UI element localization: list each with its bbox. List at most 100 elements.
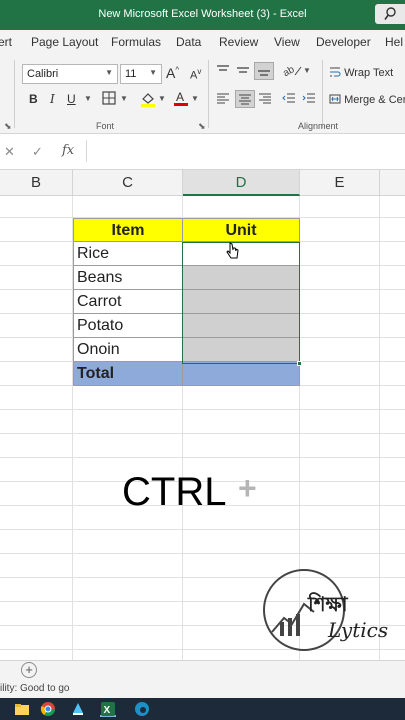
group-divider <box>14 60 15 128</box>
font-group-label: Font <box>96 121 115 131</box>
chrome-icon[interactable] <box>40 701 56 717</box>
align-left-button[interactable] <box>216 92 230 107</box>
file-explorer-icon[interactable] <box>14 701 30 717</box>
bottom-align-button[interactable] <box>254 62 274 80</box>
align-right-icon <box>259 93 271 104</box>
grow-font-label: A <box>166 65 176 81</box>
borders-dropdown-icon[interactable]: ▼ <box>120 94 128 103</box>
grid-line <box>0 457 405 458</box>
underline-button[interactable]: U <box>67 92 76 106</box>
item-cell[interactable]: Beans <box>73 266 183 290</box>
font-color-button[interactable]: A <box>173 90 189 110</box>
insert-function-icon[interactable]: fx <box>62 143 74 158</box>
unit-cell[interactable] <box>183 314 300 338</box>
dialog-launcher-icon[interactable]: ⬊ <box>4 121 12 132</box>
tab-developer[interactable]: Developer <box>316 35 371 49</box>
tab-data[interactable]: Data <box>176 35 201 49</box>
total-label-cell[interactable]: Total <box>73 362 183 386</box>
hand-cursor-icon <box>226 242 239 259</box>
orientation-dropdown-icon[interactable]: ▼ <box>303 66 311 75</box>
accessibility-status[interactable]: ility: Good to go <box>0 683 69 694</box>
tab-formulas[interactable]: Formulas <box>111 35 161 49</box>
italic-button[interactable]: I <box>50 92 55 106</box>
item-cell[interactable]: Rice <box>73 242 183 266</box>
unit-cell[interactable] <box>183 266 300 290</box>
enter-icon[interactable]: ✓ <box>32 144 43 160</box>
font-name-dropdown[interactable]: Calibri ▼ <box>22 64 118 84</box>
underline-dropdown-icon[interactable]: ▼ <box>84 94 92 103</box>
merge-center-button[interactable]: Merge & Cente <box>329 93 405 106</box>
group-divider <box>322 60 323 128</box>
taskbar: X <box>0 698 405 720</box>
font-dialog-launcher-icon[interactable]: ⬊ <box>198 121 206 132</box>
ribbon: Calibri ▼ 11 ▼ A^ Av B I U ▼ ▼ ▼ A ▼ Fon… <box>0 54 405 134</box>
svg-text:ab: ab <box>283 64 297 77</box>
fill-color-icon <box>141 93 155 107</box>
tab-page-layout[interactable]: Page Layout <box>31 35 98 49</box>
wrap-text-icon <box>330 67 341 77</box>
app-icon[interactable] <box>70 701 86 717</box>
font-size-value: 11 <box>125 68 137 80</box>
status-bar: ility: Good to go <box>0 680 405 698</box>
shrink-font-button[interactable]: Av <box>190 67 201 82</box>
item-cell[interactable]: Potato <box>73 314 183 338</box>
search-button[interactable] <box>375 4 405 24</box>
item-cell[interactable]: Onoin <box>73 338 183 362</box>
font-name-value: Calibri <box>27 68 59 80</box>
column-header-b[interactable]: B <box>0 170 73 196</box>
bold-button[interactable]: B <box>29 92 38 106</box>
orientation-button[interactable]: ab <box>281 63 303 80</box>
borders-button[interactable] <box>102 91 116 108</box>
fill-handle[interactable] <box>297 361 302 366</box>
chevron-down-icon: ▼ <box>105 68 113 77</box>
shortcut-plus: + <box>238 470 257 506</box>
font-color-icon: A <box>174 90 188 106</box>
middle-align-button[interactable] <box>236 64 250 79</box>
cancel-icon[interactable]: ✕ <box>4 144 15 160</box>
tab-view[interactable]: View <box>274 35 300 49</box>
watermark-logo: শিক্ষা Lytics <box>258 560 398 660</box>
align-left-icon <box>217 93 229 104</box>
align-center-button[interactable] <box>235 90 255 108</box>
shortcut-caption: CTRL <box>122 470 227 514</box>
item-cell[interactable]: Carrot <box>73 290 183 314</box>
total-value-cell[interactable] <box>183 362 300 386</box>
font-size-dropdown[interactable]: 11 ▼ <box>120 64 162 84</box>
grow-font-button[interactable]: A^ <box>166 65 179 81</box>
ribbon-tabs: ert Page Layout Formulas Data Review Vie… <box>0 30 405 54</box>
font-color-dropdown-icon[interactable]: ▼ <box>191 94 199 103</box>
column-header-next[interactable] <box>380 170 405 196</box>
header-unit-cell[interactable]: Unit <box>183 218 300 242</box>
top-align-icon <box>217 65 229 71</box>
svg-text:A: A <box>176 90 184 104</box>
window-title: New Microsoft Excel Worksheet (3) - Exce… <box>98 8 307 20</box>
unit-cell[interactable] <box>183 242 300 266</box>
increase-indent-button[interactable] <box>302 92 316 107</box>
fill-dropdown-icon[interactable]: ▼ <box>158 94 166 103</box>
align-right-button[interactable] <box>258 92 272 107</box>
wrap-text-button[interactable]: Wrap Text <box>329 66 393 79</box>
column-header-c[interactable]: C <box>73 170 183 196</box>
chevron-down-icon: ▼ <box>149 68 157 77</box>
top-align-button[interactable] <box>216 64 230 79</box>
bottom-align-icon <box>258 70 270 76</box>
header-item-cell[interactable]: Item <box>73 218 183 242</box>
unit-cell[interactable] <box>183 290 300 314</box>
tab-help[interactable]: Hel <box>385 35 403 49</box>
decrease-indent-button[interactable] <box>282 92 296 107</box>
borders-icon <box>102 91 116 105</box>
column-header-d[interactable]: D <box>183 170 300 196</box>
grid-line <box>0 433 405 434</box>
excel-icon[interactable]: X <box>100 701 116 717</box>
edge-icon[interactable] <box>134 701 150 717</box>
formula-input[interactable] <box>86 140 405 162</box>
search-icon <box>384 7 396 20</box>
logo-text-latin: Lytics <box>328 618 389 642</box>
column-header-e[interactable]: E <box>300 170 380 196</box>
tab-review[interactable]: Review <box>219 35 258 49</box>
add-sheet-button[interactable]: + <box>21 662 37 678</box>
tab-insert[interactable]: ert <box>0 35 12 49</box>
unit-cell[interactable] <box>183 338 300 362</box>
fill-color-button[interactable] <box>140 91 156 110</box>
wrap-text-label: Wrap Text <box>344 67 394 79</box>
